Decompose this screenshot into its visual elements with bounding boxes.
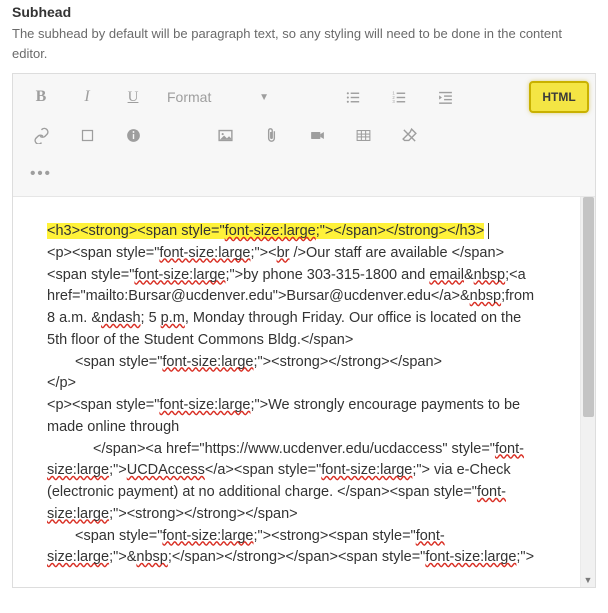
- source-editor-area: <h3><strong><span style="font-size:large…: [13, 197, 595, 587]
- square-icon: [80, 128, 95, 143]
- table-button[interactable]: [341, 118, 385, 152]
- toolbar-row-2: [19, 118, 589, 152]
- list-ul-icon: [345, 89, 362, 106]
- rich-text-editor: B I U Format ▼ 123 HTML: [12, 73, 596, 588]
- info-button[interactable]: [111, 118, 155, 152]
- more-button[interactable]: •••: [19, 156, 63, 190]
- chevron-down-icon: ▼: [259, 92, 269, 103]
- indent-button[interactable]: [423, 80, 467, 114]
- code-line: <p><span style="font-size:large;"><br />…: [47, 243, 552, 265]
- indent-icon: [437, 89, 454, 106]
- clear-format-button[interactable]: [387, 118, 431, 152]
- italic-button[interactable]: I: [65, 80, 109, 114]
- source-textarea[interactable]: <h3><strong><span style="font-size:large…: [13, 197, 580, 587]
- format-dropdown[interactable]: Format ▼: [157, 80, 279, 114]
- code-line: size:large;">&nbsp;</span></strong></spa…: [47, 547, 552, 569]
- image-button[interactable]: [203, 118, 247, 152]
- toolbar-row-3: •••: [19, 156, 589, 190]
- bold-button[interactable]: B: [19, 80, 63, 114]
- code-line: 8 a.m. &ndash; 5 p.m, Monday through Fri…: [47, 308, 552, 330]
- paperclip-icon: [263, 127, 280, 144]
- field-label: Subhead: [12, 4, 596, 20]
- image-icon: [217, 127, 234, 144]
- code-line: href="mailto:Bursar@ucdenver.edu">Bursar…: [47, 286, 552, 308]
- html-source-button[interactable]: HTML: [529, 81, 589, 113]
- toolbar-row-1: B I U Format ▼ 123 HTML: [19, 80, 589, 114]
- table-icon: [355, 127, 372, 144]
- video-icon: [309, 127, 326, 144]
- list-ol-icon: 123: [391, 89, 408, 106]
- code-line: (electronic payment) at no additional ch…: [47, 482, 552, 504]
- underline-button[interactable]: U: [111, 80, 155, 114]
- video-button[interactable]: [295, 118, 339, 152]
- code-line: <span style="font-size:large;"><strong><…: [47, 352, 552, 374]
- code-line: <span style="font-size:large;">by phone …: [47, 265, 552, 287]
- field-help-text: The subhead by default will be paragraph…: [12, 24, 596, 63]
- code-line: size:large;"><strong></strong></span>: [47, 504, 552, 526]
- code-line: <span style="font-size:large;"><strong><…: [47, 526, 552, 548]
- code-line: <h3><strong><span style="font-size:large…: [47, 221, 552, 243]
- info-icon: [125, 127, 142, 144]
- eraser-icon: [401, 127, 418, 144]
- link-icon: [33, 127, 50, 144]
- scrollbar-thumb[interactable]: [583, 197, 594, 417]
- vertical-scrollbar[interactable]: ▼: [580, 197, 595, 587]
- editor-toolbar: B I U Format ▼ 123 HTML: [13, 74, 595, 197]
- ellipsis-icon: •••: [30, 165, 52, 182]
- asset-button[interactable]: [65, 118, 109, 152]
- code-line: 5th floor of the Student Commons Bldg.</…: [47, 330, 552, 352]
- unordered-list-button[interactable]: [331, 80, 375, 114]
- attachment-button[interactable]: [249, 118, 293, 152]
- code-line: size:large;">UCDAccess</a><span style="f…: [47, 460, 552, 482]
- code-line: </p>: [47, 373, 552, 395]
- link-button[interactable]: [19, 118, 63, 152]
- scroll-down-icon[interactable]: ▼: [581, 573, 595, 587]
- code-line: made online through: [47, 417, 552, 439]
- code-line: </span><a href="https://www.ucdenver.edu…: [47, 439, 552, 461]
- svg-text:3: 3: [392, 99, 395, 104]
- code-line: <p><span style="font-size:large;">We str…: [47, 395, 552, 417]
- format-dropdown-label: Format: [167, 89, 211, 105]
- ordered-list-button[interactable]: 123: [377, 80, 421, 114]
